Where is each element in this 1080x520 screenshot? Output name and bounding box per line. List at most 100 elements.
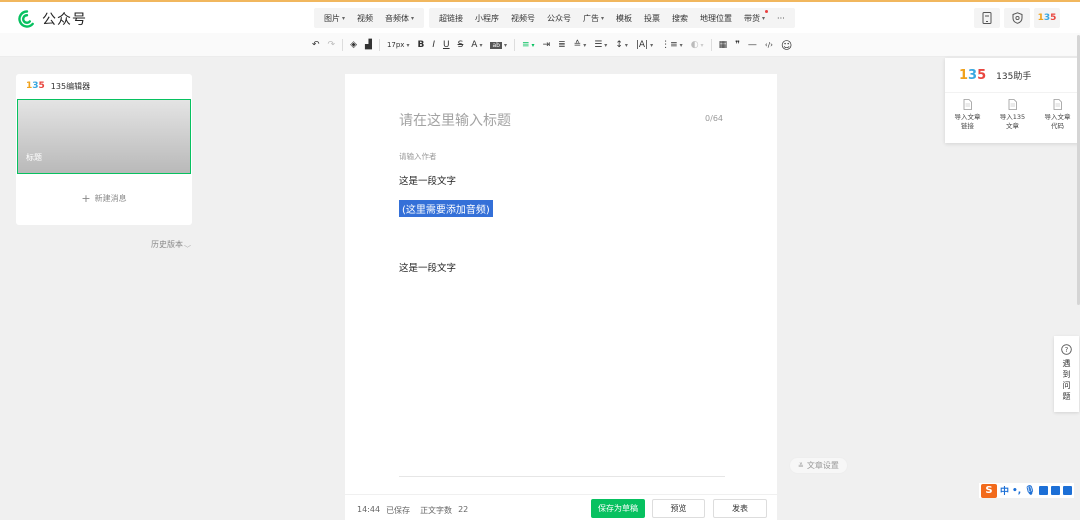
page-margin-button[interactable]: ◐ ▾ [687, 40, 708, 50]
sogou-ime-icon[interactable]: S [981, 483, 997, 498]
selected-audio-placeholder[interactable]: (这里需要添加音频) [399, 200, 493, 217]
brush-icon: ◈ [350, 40, 358, 50]
keyboard-icon[interactable] [1038, 486, 1048, 495]
author-input[interactable]: 请输入作者 [399, 151, 437, 162]
emoji-button[interactable]: ☺ [777, 39, 796, 52]
insert-item-label: 视频号 [511, 13, 535, 23]
helper-action-0[interactable]: 导入文章 链接 [945, 93, 990, 142]
insert-item-label: 模板 [616, 13, 633, 23]
helper-action-1[interactable]: 导入135 文章 [990, 93, 1035, 142]
chevron-down-icon: ▾ [342, 14, 346, 22]
paragraph-text[interactable]: 这是一段文字 [399, 260, 456, 274]
135-plugin-button[interactable]: 135 [1034, 8, 1060, 28]
feedback-button[interactable]: ? 遇到问题 [1054, 336, 1079, 412]
insert-insert_items2-3[interactable]: 公众号 [541, 13, 577, 24]
letter-spacing-button[interactable]: |A| ▾ [632, 40, 657, 50]
skin-icon[interactable] [1050, 486, 1060, 495]
table-button[interactable]: ▦ [715, 40, 732, 50]
underline-button[interactable]: U [439, 40, 454, 50]
editor-canvas[interactable]: 请在这里输入标题 0/64 请输入作者 这是一段文字 (这里需要添加音频) 这是… [345, 74, 777, 520]
format-toolbar: ↶ ↷ ◈ ▟ 17px ▾ B I U S A ▾ ab ▾ ≡ ▾ ⇥ ≣ ≙ ▾ ☰… [0, 33, 1080, 57]
insert-insert_items-2[interactable]: 音频体 ▾ [379, 13, 420, 24]
double-chevron-down-icon: ≚ [798, 461, 804, 470]
align-button[interactable]: ≡ ▾ [518, 40, 539, 50]
insert-insert_items2-6[interactable]: 投票 [638, 13, 666, 24]
code-button[interactable]: ‹/› [761, 41, 777, 49]
microphone-icon[interactable]: 🎙 [1024, 486, 1035, 496]
publish-button[interactable]: 发表 [713, 499, 767, 518]
security-button[interactable] [1004, 8, 1030, 28]
redo-button[interactable]: ↷ [324, 40, 340, 50]
format-painter-button[interactable]: ◈ [346, 40, 361, 50]
insert-insert_items2-2[interactable]: 视频号 [505, 13, 541, 24]
helper-action-label: 导入文章 代码 [1044, 113, 1071, 130]
account-title: 135编辑器 [50, 81, 91, 91]
insert-insert_items2-8[interactable]: 地理位置 [694, 13, 738, 24]
article-cover-card[interactable]: 标题 [17, 99, 191, 174]
italic-button[interactable]: I [428, 40, 439, 50]
save-state: 已保存 [386, 506, 411, 515]
vertical-align-button[interactable]: ≙ ▾ [570, 40, 591, 50]
save-draft-button[interactable]: 保存为草稿 [591, 499, 645, 518]
more-icon[interactable]: ··· [771, 14, 791, 23]
divider-icon: — [747, 40, 757, 50]
title-char-count: 0/64 [705, 114, 723, 123]
article-settings-button[interactable]: ≚ 文章设置 [789, 457, 848, 474]
word-count: 22 [458, 505, 469, 514]
ime-mode[interactable]: 中 [1000, 484, 1009, 497]
undo-button[interactable]: ↶ [308, 40, 324, 50]
divider-button[interactable]: — [744, 40, 761, 50]
insert-item-label: 音频体 [385, 13, 410, 23]
insert-content-group: 超链接 小程序 视频号 公众号 广告 ▾ 模板 投票 搜索 地理位置 带货 ▾ ··· [429, 8, 795, 28]
save-status: 14:44 已保存 正文字数 22 [357, 505, 468, 516]
135-logo-icon: 135 [26, 81, 45, 91]
align-justify-icon: ≡ [522, 40, 530, 50]
phone-preview-button[interactable] [974, 8, 1000, 28]
helper-action-2[interactable]: 导入文章 代码 [1035, 93, 1080, 142]
new-message-button[interactable]: + 新建消息 [16, 192, 192, 205]
insert-item-label: 投票 [644, 13, 661, 23]
code-icon: ‹/› [764, 41, 773, 49]
insert-insert_items-0[interactable]: 图片 ▾ [318, 13, 351, 24]
list-button[interactable]: ⋮≡ ▾ [657, 40, 687, 50]
shield-icon [1012, 12, 1022, 24]
insert-insert_items2-4[interactable]: 广告 ▾ [577, 13, 610, 24]
indent-button[interactable]: ⇥ [539, 40, 555, 50]
insert-insert_items2-1[interactable]: 小程序 [469, 13, 505, 24]
chevron-down-icon: ▾ [604, 41, 608, 49]
insert-item-label: 搜索 [672, 13, 689, 23]
chevron-down-icon: ▾ [531, 41, 535, 49]
table-icon: ▦ [718, 40, 728, 50]
history-versions-link[interactable]: 历史版本 ﹀ [151, 238, 191, 253]
135-logo-icon: 135 [1037, 13, 1057, 23]
insert-item-label: 广告 [583, 13, 599, 23]
eraser-icon: ▟ [365, 40, 372, 50]
chevron-down-icon: ▾ [700, 41, 704, 49]
insert-insert_items2-9[interactable]: 带货 ▾ [738, 9, 771, 24]
quote-button[interactable]: ❞ [731, 40, 744, 50]
paragraph-spacing-button[interactable]: ☰ ▾ [590, 40, 611, 50]
toolbox-icon[interactable] [1062, 486, 1072, 495]
font-color-button[interactable]: A ▾ [467, 40, 486, 50]
preview-button[interactable]: 预览 [652, 499, 705, 518]
bottom-action-bar: 14:44 已保存 正文字数 22 保存为草稿 预览 发表 [345, 494, 777, 520]
chevron-down-icon: ▾ [411, 14, 415, 22]
insert-insert_items2-7[interactable]: 搜索 [666, 13, 694, 24]
insert-insert_items2-5[interactable]: 模板 [610, 13, 638, 24]
insert-insert_items2-0[interactable]: 超链接 [433, 13, 469, 24]
punctuation-icon[interactable]: •, [1012, 486, 1021, 496]
chevron-down-icon: ▾ [601, 14, 605, 22]
line-height-button[interactable]: ↕ ▾ [611, 40, 632, 50]
clear-format-button[interactable]: ▟ [361, 40, 376, 50]
chevron-down-icon: ▾ [624, 41, 628, 49]
bold-button[interactable]: B [413, 40, 428, 50]
title-input[interactable]: 请在这里输入标题 [399, 110, 511, 130]
list-icon: ⋮≡ [661, 40, 678, 50]
font-size-select[interactable]: 17px ▾ [383, 41, 414, 49]
paragraph-text[interactable]: 这是一段文字 [399, 173, 456, 187]
brand[interactable]: 公众号 [18, 9, 87, 29]
first-line-indent-button[interactable]: ≣ [554, 40, 570, 50]
insert-insert_items-1[interactable]: 视频 [351, 13, 379, 24]
strikethrough-button[interactable]: S [454, 40, 468, 50]
background-color-button[interactable]: ab ▾ [486, 41, 511, 49]
